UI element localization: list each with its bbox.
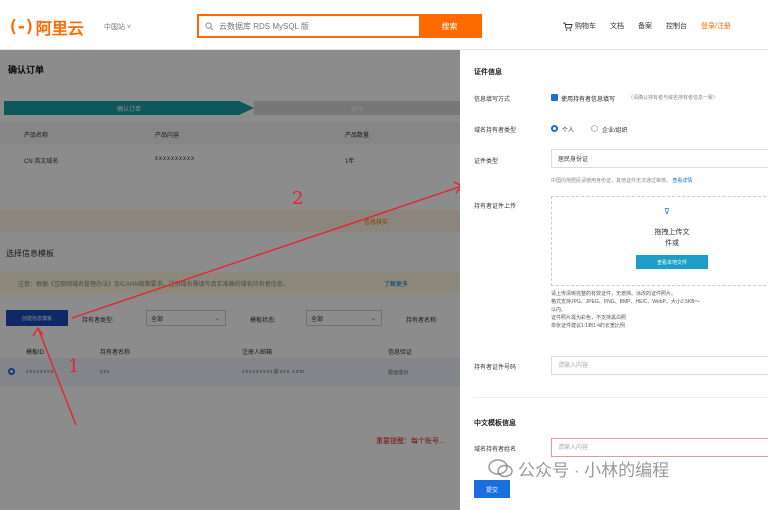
browse-local-file-button[interactable]: 查看本地文件	[636, 255, 708, 269]
chinese-template-section-title: 中文模板信息	[474, 420, 516, 427]
holder-type-personal-radio[interactable]	[551, 125, 558, 132]
use-holder-info-label: 使用持有者信息填写	[561, 97, 616, 103]
section-divider	[474, 397, 768, 398]
holder-name-input[interactable]	[551, 438, 768, 457]
upload-icon: ⊽	[664, 207, 670, 216]
cert-type-hint-text: 中国内地居民请使用身份证，其他证件无法通过审核。	[551, 178, 672, 184]
fill-method-label: 信息填写方式	[474, 97, 511, 103]
upload-rule-5: 单张证件建议1:1到1:4的长宽比例	[551, 323, 625, 329]
holder-type-personal-label: 个人	[562, 128, 575, 134]
upload-subtitle: 件或	[665, 240, 679, 247]
cert-upload-label: 持有者证件上传	[474, 204, 517, 210]
fill-method-hint: （请确认持有者与域名持有者信息一致）	[628, 95, 719, 101]
cert-upload-dropzone[interactable]: ⊽ 拖拽上传文 件或 查看本地文件	[551, 196, 768, 286]
upload-title: 拖拽上传文	[654, 229, 690, 236]
use-holder-info-checkbox[interactable]	[551, 94, 558, 101]
holder-type-company-radio[interactable]	[591, 125, 598, 132]
wechat-watermark: 公众号 · 小林的编程	[488, 456, 669, 481]
watermark-text: 公众号 · 小林的编程	[518, 461, 670, 480]
cert-number-label: 持有者证件号码	[474, 365, 517, 371]
arrow-to-panel	[71, 185, 463, 319]
upload-rule-4: 证件照片需为彩色，不支持黑白照	[551, 315, 627, 321]
submit-button[interactable]: 提交	[474, 480, 510, 498]
upload-rule-1: 请上传清晰完整的有效证件，无遮挡、涂改的证件照片。	[551, 291, 677, 297]
holder-type-label: 域名持有者类型	[474, 128, 517, 134]
upload-rule-3: 以内。	[551, 307, 567, 313]
cert-type-hint: 中国内地居民请使用身份证，其他证件无法通过审核。 查看详情	[551, 177, 692, 184]
cert-type-select[interactable]: 居民身份证	[551, 149, 768, 168]
annotation-number-2: 2	[292, 188, 304, 209]
cert-number-input[interactable]	[551, 356, 768, 375]
annotation-number-1: 1	[68, 356, 80, 377]
arrowhead-1	[32, 326, 44, 337]
wechat-icon	[488, 458, 513, 477]
holder-name-label: 域名持有者姓名	[474, 447, 517, 453]
holder-type-company-label: 企业/组织	[602, 128, 628, 134]
cert-type-label: 证件类型	[474, 159, 499, 165]
cert-type-hint-link[interactable]: 查看详情	[672, 178, 692, 184]
upload-rules: 请上传清晰完整的有效证件，无遮挡、涂改的证件照片。 格式支持JPG、JPEG、P…	[551, 290, 700, 330]
upload-rule-2: 格式支持JPG、JPEG、PNG、BMP、HEIC、WebP，大小2.5KB～	[551, 299, 700, 305]
cert-type-value: 居民身份证	[558, 157, 589, 163]
cert-section-title: 证件信息	[474, 69, 502, 76]
